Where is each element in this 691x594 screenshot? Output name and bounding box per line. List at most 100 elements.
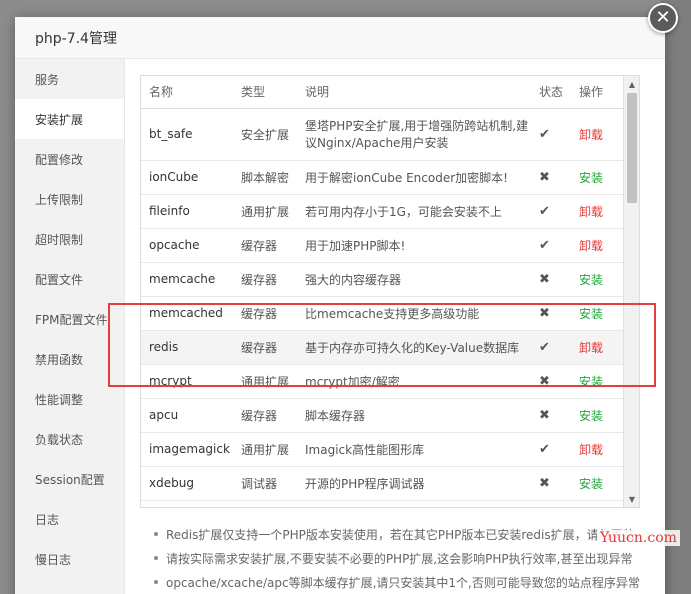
install-link[interactable]: 安装 [579, 307, 603, 321]
sidebar-item[interactable]: Session配置 [15, 459, 124, 499]
sidebar-item[interactable]: 配置修改 [15, 139, 124, 179]
table-header-row: 名称 类型 说明 状态 操作 [141, 76, 623, 109]
name-cell: memcache [149, 272, 216, 286]
table-row: mcrypt 通用扩展 mcrypt加密/解密 ✖ 安装 [141, 364, 623, 399]
note-item: 请按实际需求安装扩展,不要安装不必要的PHP扩展,这会影响PHP执行效率,甚至出… [154, 546, 664, 570]
table-row: imagemagick 通用扩展 Imagick高性能图形库 ✔ 卸载 [141, 432, 623, 467]
sidebar-item[interactable]: 负载状态 [15, 419, 124, 459]
type-cell: 缓存器 [241, 306, 278, 321]
uninstall-link[interactable]: 卸载 [579, 443, 603, 457]
note-text: 请按实际需求安装扩展,不要安装不必要的PHP扩展,这会影响PHP执行效率,甚至出… [166, 551, 633, 566]
sidebar-item[interactable]: 上传限制 [15, 179, 124, 219]
type-cell: 缓存器 [241, 238, 278, 253]
bullet-icon [154, 532, 158, 536]
sidebar-item[interactable]: 日志 [15, 499, 124, 539]
sidebar-item[interactable]: 配置文件 [15, 259, 124, 299]
extension-table-container: 名称 类型 说明 状态 操作 bt_safe 安全扩展 堡塔PHP安全扩展,用于增强… [140, 75, 640, 508]
sidebar-item[interactable]: 安装扩展 [15, 99, 124, 139]
installed-check-icon: ✔ [539, 339, 550, 355]
table-row: opcache 缓存器 用于加速PHP脚本! ✔ 卸载 [141, 228, 623, 263]
install-link[interactable]: 安装 [579, 477, 603, 491]
installed-check-icon: ✔ [539, 237, 550, 253]
table-row: fileinfo 通用扩展 若可用内存小于1G，可能会安装不上 ✔ 卸载 [141, 194, 623, 229]
sidebar-item[interactable]: 慢日志 [15, 539, 124, 579]
desc-cell: 强大的内容缓存器 [305, 272, 402, 287]
sidebar-item[interactable]: 超时限制 [15, 219, 124, 259]
name-cell: xdebug [149, 476, 194, 490]
sidebar: 服务 安装扩展 配置修改 上传限制 超时限制 配置文件 FPM配置文件 禁用函数 性能调整 负载状… [15, 59, 125, 594]
not-installed-x-icon: ✖ [539, 271, 550, 287]
type-cell: 通用扩展 [241, 204, 290, 219]
close-icon[interactable]: ✕ [648, 3, 678, 33]
sidebar-item[interactable]: FPM配置文件 [15, 299, 124, 339]
sidebar-item[interactable]: 性能调整 [15, 379, 124, 419]
not-installed-x-icon: ✖ [539, 373, 550, 389]
table-row: xdebug 调试器 开源的PHP程序调试器 ✖ 安装 [141, 466, 623, 501]
not-installed-x-icon: ✖ [539, 475, 550, 491]
bullet-icon [154, 580, 158, 584]
uninstall-link[interactable]: 卸载 [579, 239, 603, 253]
bullet-icon [154, 556, 158, 560]
desc-cell: 用于解密ionCube Encoder加密脚本! [305, 170, 508, 185]
type-cell: 脚本解密 [241, 170, 290, 185]
uninstall-link[interactable]: 卸载 [579, 128, 603, 142]
installed-check-icon: ✔ [539, 441, 550, 457]
name-cell: memcached [149, 306, 223, 320]
install-link[interactable]: 安装 [579, 171, 603, 185]
desc-cell: 若可用内存小于1G，可能会安装不上 [305, 204, 502, 219]
sidebar-item[interactable]: 禁用函数 [15, 339, 124, 379]
uninstall-link[interactable]: 卸载 [579, 205, 603, 219]
desc-cell: 用于加速PHP脚本! [305, 238, 406, 253]
install-link[interactable]: 安装 [579, 375, 603, 389]
col-header-desc: 说明 [297, 76, 531, 109]
dialog-header: php-7.4管理 [15, 17, 665, 59]
col-header-action: 操作 [571, 76, 623, 109]
extension-table: 名称 类型 说明 状态 操作 bt_safe 安全扩展 堡塔PHP安全扩展,用于增强… [141, 76, 623, 501]
name-cell: mcrypt [149, 374, 192, 388]
note-item: Redis扩展仅支持一个PHP版本安装使用，若在其它PHP版本已安装redis扩… [154, 522, 664, 546]
content-area: 名称 类型 说明 状态 操作 bt_safe 安全扩展 堡塔PHP安全扩展,用于增强… [140, 75, 640, 594]
sidebar-item[interactable]: 服务 [15, 59, 124, 99]
install-link[interactable]: 安装 [579, 409, 603, 423]
backdrop [661, 0, 691, 594]
desc-cell: 脚本缓存器 [305, 408, 366, 423]
note-item: opcache/xcache/apc等脚本缓存扩展,请只安装其中1个,否则可能导… [154, 570, 664, 594]
type-cell: 通用扩展 [241, 442, 290, 457]
table-row: memcached 缓存器 比memcache支持更多高级功能 ✖ 安装 [141, 296, 623, 331]
table-row: redis 缓存器 基于内存亦可持久化的Key-Value数据库 ✔ 卸载 [141, 330, 623, 365]
col-header-status: 状态 [531, 76, 571, 109]
install-link[interactable]: 安装 [579, 273, 603, 287]
name-cell: apcu [149, 408, 179, 422]
watermark: Yuucn.com [597, 530, 680, 546]
name-cell: ionCube [149, 170, 199, 184]
name-cell: opcache [149, 238, 200, 252]
note-text: opcache/xcache/apc等脚本缓存扩展,请只安装其中1个,否则可能导… [166, 575, 640, 590]
desc-cell: 开源的PHP程序调试器 [305, 476, 425, 491]
not-installed-x-icon: ✖ [539, 305, 550, 321]
name-cell: redis [149, 340, 179, 354]
note-text: Redis扩展仅支持一个PHP版本安装使用，若在其它PHP版本已安装redis扩… [166, 527, 635, 542]
desc-cell: 堡塔PHP安全扩展,用于增强防跨站机制,建议Nginx/Apache用户安装 [305, 119, 529, 150]
not-installed-x-icon: ✖ [539, 407, 550, 423]
table-row: memcache 缓存器 强大的内容缓存器 ✖ 安装 [141, 262, 623, 297]
type-cell: 调试器 [241, 476, 278, 491]
php-manager-dialog: php-7.4管理 服务 安装扩展 配置修改 上传限制 超时限制 配置文件 FPM配置文件禁… [15, 17, 665, 594]
installed-check-icon: ✔ [539, 203, 550, 219]
col-header-name: 名称 [141, 76, 233, 109]
type-cell: 缓存器 [241, 340, 278, 355]
uninstall-link[interactable]: 卸载 [579, 341, 603, 355]
scroll-thumb[interactable] [627, 93, 637, 203]
scroll-up-icon[interactable]: ▲ [624, 76, 639, 92]
desc-cell: Imagick高性能图形库 [305, 442, 425, 457]
installed-check-icon: ✔ [539, 126, 550, 142]
not-installed-x-icon: ✖ [539, 169, 550, 185]
name-cell: imagemagick [149, 442, 230, 456]
type-cell: 缓存器 [241, 272, 278, 287]
scroll-down-icon[interactable]: ▼ [624, 491, 639, 507]
table-scrollbar[interactable]: ▲ ▼ [623, 76, 639, 507]
notes-list: Redis扩展仅支持一个PHP版本安装使用，若在其它PHP版本已安装redis扩… [140, 522, 640, 594]
dialog-title: php-7.4管理 [35, 30, 117, 47]
name-cell: fileinfo [149, 204, 190, 218]
name-cell: bt_safe [149, 127, 193, 141]
type-cell: 通用扩展 [241, 374, 290, 389]
